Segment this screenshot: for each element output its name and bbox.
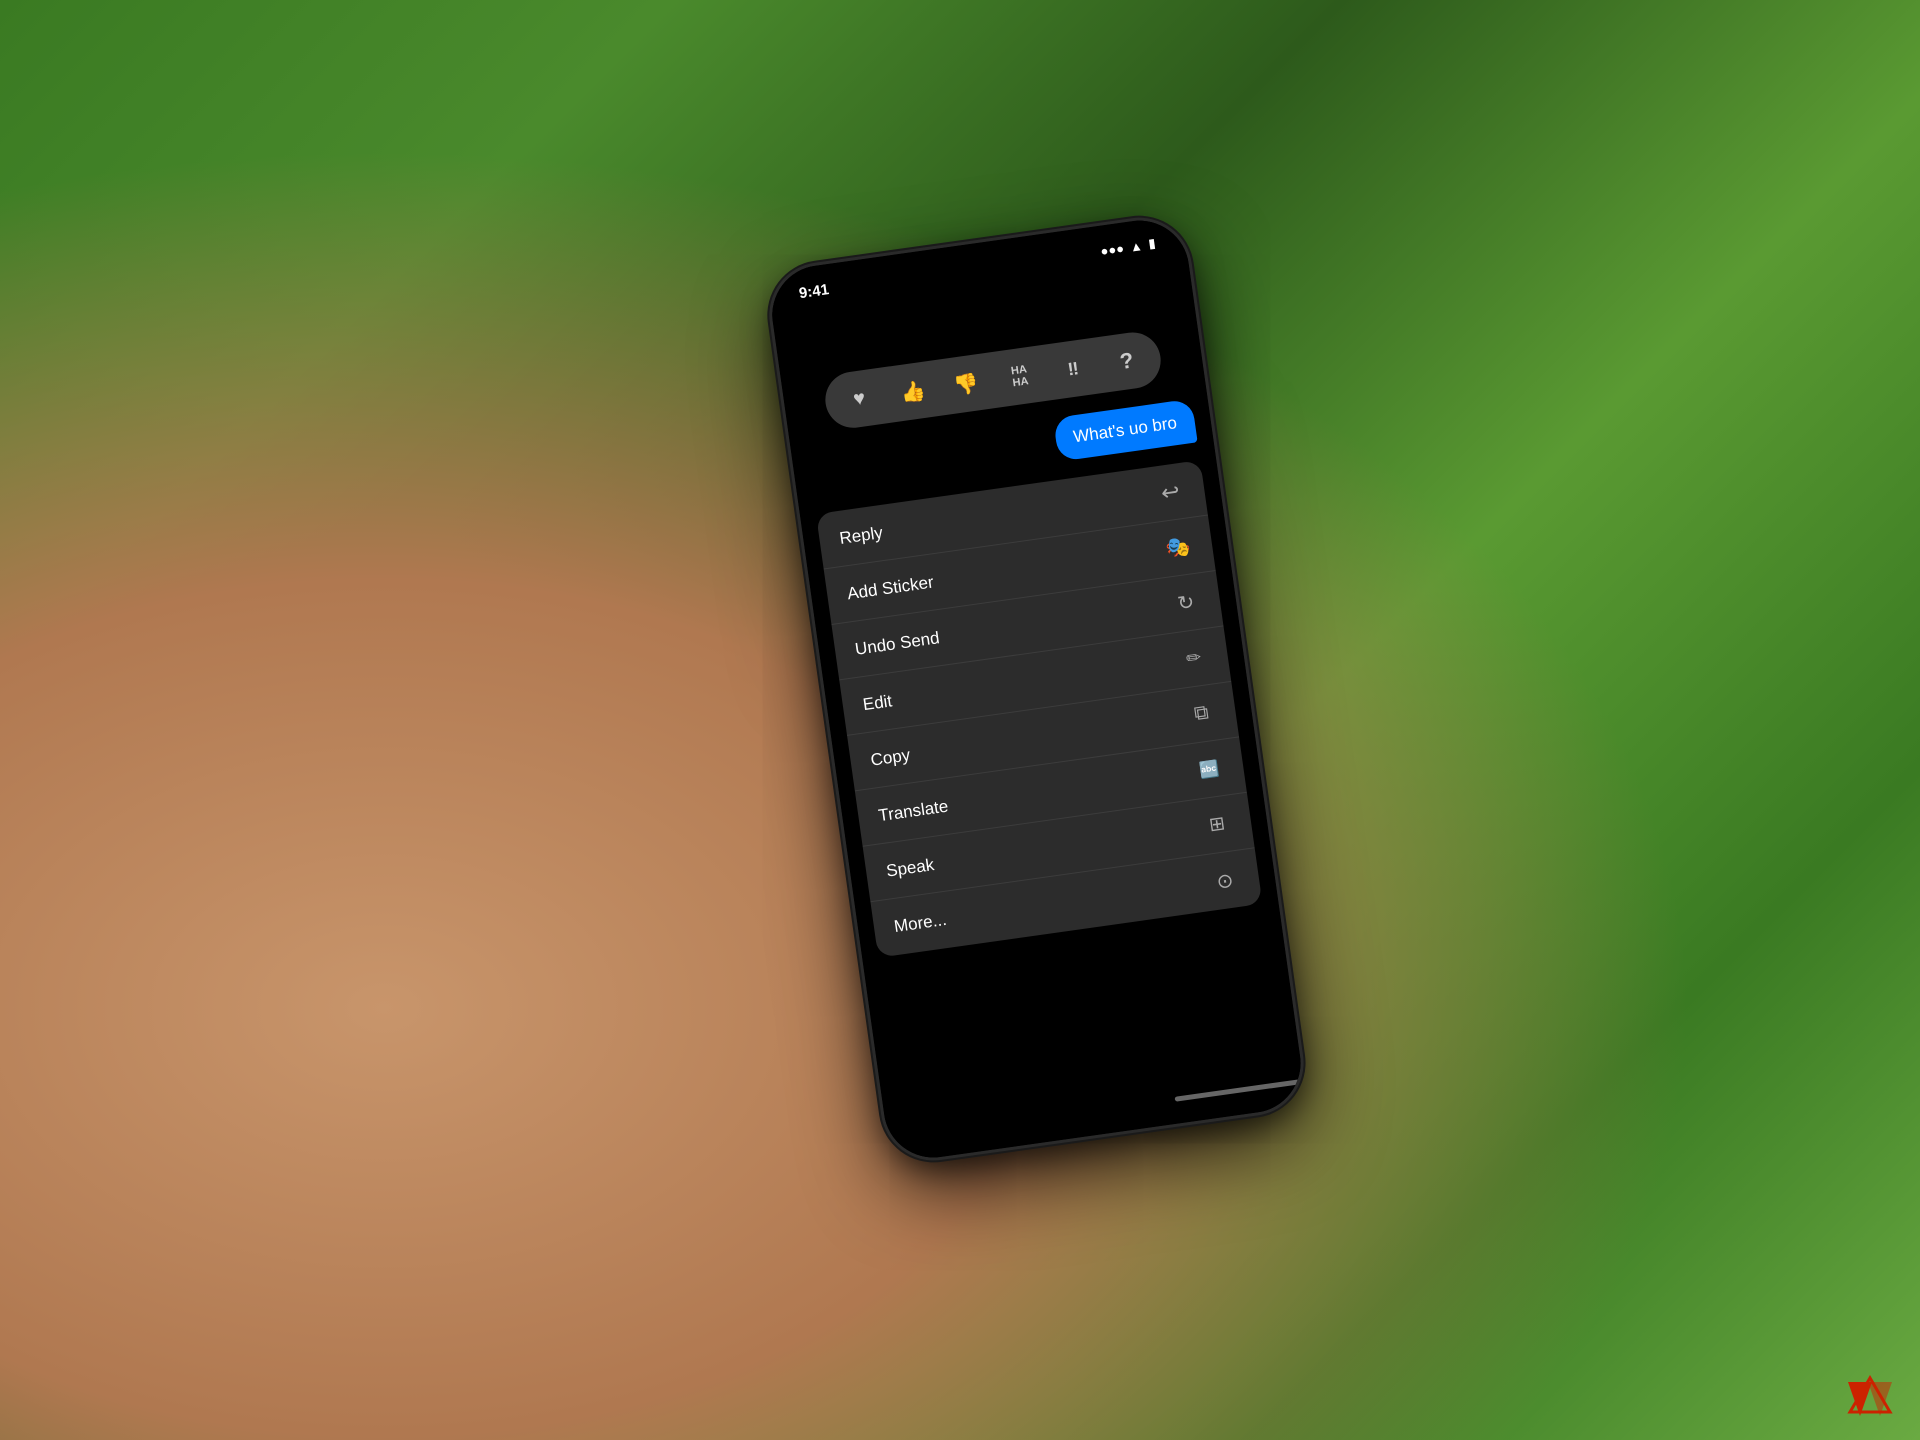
- context-menu: Reply ↩ Add Sticker 🎭 Undo Send ↻ Edit ✏: [816, 460, 1263, 958]
- ap-logo: [1840, 1370, 1900, 1420]
- heart-reaction[interactable]: ♥: [839, 379, 880, 420]
- copy-icon: ⧉: [1186, 700, 1217, 727]
- message-bubble: What's uo bro: [1053, 399, 1198, 462]
- speak-icon: ⊞: [1202, 811, 1233, 838]
- reply-label: Reply: [838, 523, 884, 549]
- thumbsup-reaction[interactable]: 👍: [892, 371, 933, 412]
- emphasize-reaction[interactable]: ‼: [1053, 348, 1094, 389]
- ap-logo-svg: [1840, 1370, 1900, 1420]
- wifi-icon: ▲: [1129, 238, 1144, 255]
- more-label: More...: [893, 910, 948, 937]
- haha-reaction[interactable]: HAHA: [999, 356, 1040, 397]
- sticker-icon: 🎭: [1163, 533, 1194, 562]
- more-icon: ⊙: [1209, 866, 1240, 895]
- speak-label: Speak: [885, 855, 936, 882]
- question-reaction[interactable]: ?: [1106, 341, 1147, 382]
- time-display: 9:41: [798, 281, 830, 302]
- battery-icon: ▮: [1147, 235, 1156, 252]
- copy-label: Copy: [869, 745, 911, 770]
- edit-icon: ✏: [1178, 646, 1209, 671]
- undo-send-label: Undo Send: [854, 628, 941, 660]
- thumbsdown-reaction[interactable]: 👎: [946, 364, 987, 405]
- translate-icon: 🔤: [1194, 757, 1225, 781]
- edit-label: Edit: [862, 691, 894, 715]
- reply-icon: ↩: [1155, 477, 1186, 507]
- translate-label: Translate: [877, 796, 949, 826]
- signal-icon: ●●●: [1099, 240, 1124, 258]
- undo-icon: ↻: [1170, 589, 1201, 618]
- add-sticker-label: Add Sticker: [846, 572, 935, 604]
- message-text: What's uo bro: [1072, 413, 1178, 446]
- status-icons: ●●● ▲ ▮: [1099, 235, 1156, 259]
